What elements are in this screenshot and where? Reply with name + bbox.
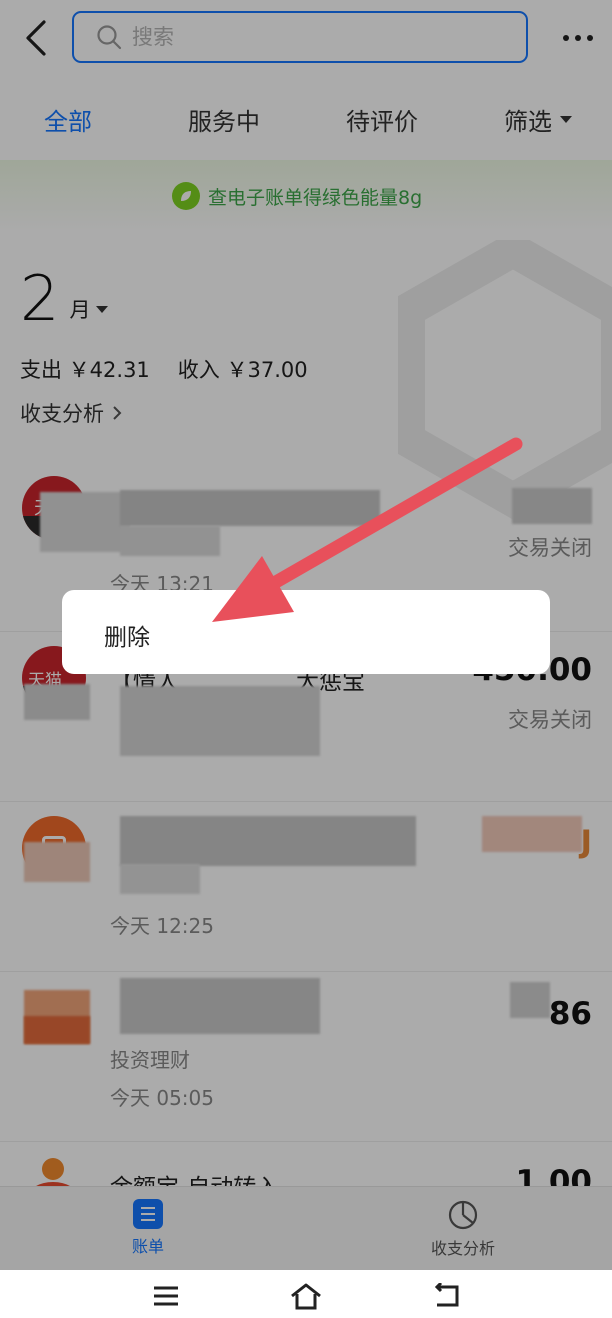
menu-button[interactable] <box>146 1280 186 1312</box>
menu-icon <box>154 1286 178 1306</box>
home-button[interactable] <box>286 1280 326 1312</box>
home-icon <box>291 1283 321 1310</box>
back-arrow-icon <box>434 1283 459 1307</box>
delete-menu-item[interactable]: 删除 <box>104 618 150 652</box>
system-navigation-bar <box>0 1270 612 1318</box>
bill-list-screen: 全部 服务中 待评价 筛选 查电子账单得绿色能量8g 2 月 支出 ￥42.31… <box>0 0 612 1318</box>
context-menu: 删除 <box>62 590 550 674</box>
back-system-button[interactable] <box>426 1280 466 1312</box>
